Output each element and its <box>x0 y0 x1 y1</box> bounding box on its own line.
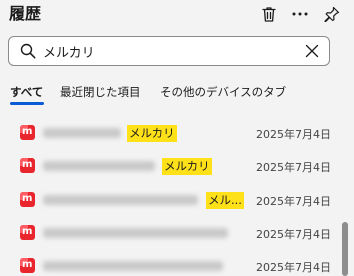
history-item[interactable]: メルカリ 2025年7月4日 <box>0 121 340 145</box>
mercari-icon <box>20 125 35 140</box>
blurred-title <box>43 228 228 238</box>
pin-icon[interactable] <box>322 4 342 24</box>
history-date: 2025年7月4日 <box>256 128 331 141</box>
history-list: メルカリ 2025年7月4日 メルカリ 2025年7月4日 メル... 2025… <box>0 116 340 276</box>
history-tabs: すべて 最近閉じた項目 その他のデバイスのタブ <box>0 80 354 106</box>
blurred-title <box>43 128 121 138</box>
history-item[interactable]: メル... 2025年7月4日 <box>0 188 340 212</box>
close-icon[interactable] <box>305 44 319 58</box>
search-input[interactable] <box>43 40 293 62</box>
more-icon[interactable] <box>290 4 310 24</box>
trash-icon[interactable] <box>259 4 279 24</box>
tab-recently-closed[interactable]: 最近閉じた項目 <box>60 84 141 100</box>
blurred-title <box>43 161 155 171</box>
mercari-icon <box>20 158 35 173</box>
blurred-title <box>43 195 198 205</box>
search-highlight: メルカリ <box>127 125 177 142</box>
active-tab-indicator <box>10 102 44 105</box>
search-box[interactable] <box>8 36 330 66</box>
mercari-icon <box>20 225 35 240</box>
history-item[interactable]: 2025年7月4日 <box>0 221 340 245</box>
mercari-icon <box>20 258 35 273</box>
page-title: 履歴 <box>9 4 42 23</box>
history-date: 2025年7月4日 <box>256 195 331 208</box>
tab-other-devices[interactable]: その他のデバイスのタブ <box>160 84 286 100</box>
history-date: 2025年7月4日 <box>256 161 331 174</box>
history-item[interactable]: 2025年7月4日 <box>0 254 340 276</box>
search-highlight: メル... <box>206 192 244 209</box>
search-icon <box>20 43 36 59</box>
history-date: 2025年7月4日 <box>256 228 331 241</box>
history-item[interactable]: メルカリ 2025年7月4日 <box>0 154 340 178</box>
search-highlight: メルカリ <box>162 158 212 175</box>
history-date: 2025年7月4日 <box>256 261 331 274</box>
tab-all[interactable]: すべて <box>10 84 43 100</box>
blurred-title <box>43 261 223 271</box>
mercari-icon <box>20 192 35 207</box>
history-header: 履歴 <box>0 0 354 30</box>
scrollbar-thumb[interactable] <box>342 222 348 276</box>
